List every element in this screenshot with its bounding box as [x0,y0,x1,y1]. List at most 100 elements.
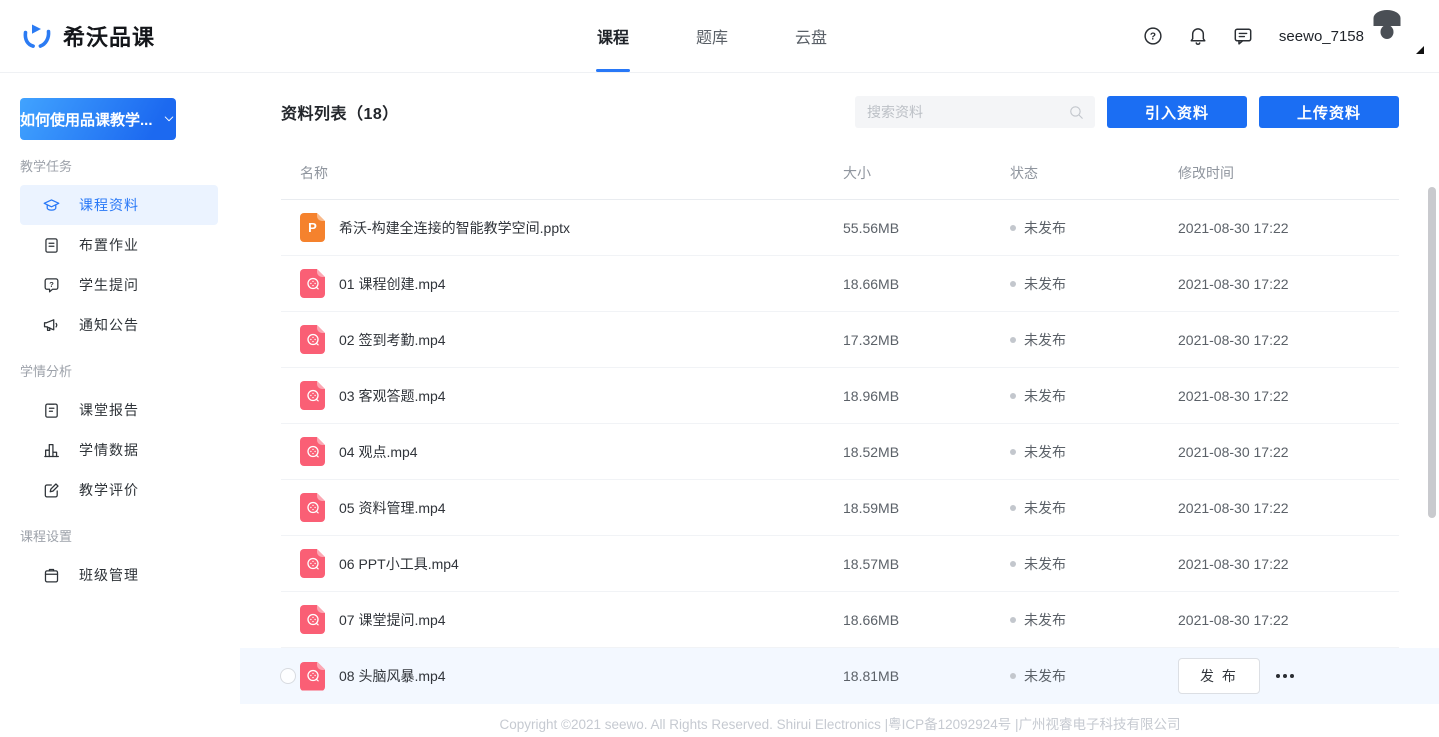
table-row[interactable]: 01 课程创建.mp418.66MB未发布2021-08-30 17:22 [281,256,1399,312]
more-actions-icon[interactable] [1273,666,1297,686]
status-text: 未发布 [1024,666,1066,686]
sidebar-item-learning-data[interactable]: 学情数据 [20,430,218,470]
tab-label: 云盘 [795,24,827,48]
status-text: 未发布 [1024,442,1066,462]
modified-time: 2021-08-30 17:22 [1178,556,1399,572]
file-name-cell[interactable]: 04 观点.mp4 [281,437,843,466]
video-file-icon [300,269,325,298]
sidebar-item-class-management[interactable]: 班级管理 [20,555,218,595]
table-row[interactable]: P希沃-构建全连接的智能教学空间.pptx55.56MB未发布2021-08-3… [281,200,1399,256]
sidebar-item-assign-homework[interactable]: 布置作业 [20,225,218,265]
file-name-cell[interactable]: 03 客观答题.mp4 [281,381,843,410]
file-name: 08 头脑风暴.mp4 [339,666,446,686]
file-name-cell[interactable]: 05 资料管理.mp4 [281,493,843,522]
sidebar-item-course-materials[interactable]: 课程资料 [20,185,218,225]
search-input[interactable] [867,104,1068,120]
header-right: ? seewo_7158 [1142,0,1421,72]
row-select-radio[interactable] [280,668,296,684]
sidebar-section-title: 课程设置 [20,526,218,545]
publish-button[interactable]: 发 布 [1178,658,1260,694]
status-cell: 未发布 [1010,498,1178,518]
file-size: 18.66MB [843,276,1010,292]
help-icon[interactable]: ? [1142,25,1164,47]
sidebar-item-notice[interactable]: 通知公告 [20,305,218,345]
file-name: 04 观点.mp4 [339,442,418,462]
status-text: 未发布 [1024,218,1066,238]
file-name-cell[interactable]: 06 PPT小工具.mp4 [281,549,843,578]
graduation-cap-icon [42,196,61,215]
column-header-size: 大小 [843,163,1010,183]
megaphone-icon [42,316,61,335]
sidebar-item-class-report[interactable]: 课堂报告 [20,390,218,430]
message-icon[interactable] [1232,25,1254,47]
sidebar-item-label: 课程资料 [79,198,139,212]
sidebar-item-student-questions[interactable]: ?学生提问 [20,265,218,305]
seewo-logo-icon [20,19,54,53]
sidebar-item-teaching-evaluation[interactable]: 教学评价 [20,470,218,510]
table-row[interactable]: 02 签到考勤.mp4 17.32MB未发布2021-08-30 17:22 [281,312,1399,368]
file-name-cell[interactable]: 07 课堂提问.mp4 [281,605,843,634]
file-name-cell[interactable]: 01 课程创建.mp4 [281,269,843,298]
status-dot [1010,393,1016,399]
tab-course[interactable]: 课程 [597,0,629,72]
status-cell: 未发布 [1010,554,1178,574]
avatar[interactable] [1387,19,1421,53]
edit-icon [42,481,61,500]
table-row[interactable]: 05 资料管理.mp418.59MB未发布2021-08-30 17:22 [281,480,1399,536]
file-name: 02 签到考勤.mp4 [339,330,446,350]
status-cell: 未发布 [1010,666,1178,686]
video-file-icon [300,325,325,354]
tab-question-bank[interactable]: 题库 [696,0,728,72]
bar-chart-icon [42,441,61,460]
guide-button-label: 如何使用品课教学... [20,109,153,130]
file-name: 希沃-构建全连接的智能教学空间.pptx [339,218,570,238]
app-title: 希沃品课 [63,20,155,52]
modified-time: 2021-08-30 17:22 [1178,276,1399,292]
sidebar-item-label: 学生提问 [79,278,139,292]
sidebar-section-title: 学情分析 [20,361,218,380]
search-box [855,96,1095,128]
status-text: 未发布 [1024,498,1066,518]
table-row[interactable]: 03 客观答题.mp418.96MB未发布2021-08-30 17:22 [281,368,1399,424]
vertical-scrollbar[interactable] [1428,187,1436,518]
username[interactable]: seewo_7158 [1279,28,1364,45]
file-name: 06 PPT小工具.mp4 [339,554,459,574]
how-to-use-course-button[interactable]: 如何使用品课教学... [20,98,176,140]
upload-material-button[interactable]: 上传资料 [1259,96,1399,128]
file-size: 17.32MB [843,332,1010,348]
status-dot [1010,449,1016,455]
table-row[interactable]: 04 观点.mp418.52MB未发布2021-08-30 17:22 [281,424,1399,480]
status-cell: 未发布 [1010,442,1178,462]
file-name: 07 课堂提问.mp4 [339,610,446,630]
file-name-cell[interactable]: 02 签到考勤.mp4 [281,325,843,354]
import-material-button[interactable]: 引入资料 [1107,96,1247,128]
file-size: 18.81MB [843,668,1010,684]
bell-icon[interactable] [1187,25,1209,47]
video-file-icon [300,549,325,578]
file-name: 05 资料管理.mp4 [339,498,446,518]
status-dot [1010,337,1016,343]
file-size: 18.59MB [843,500,1010,516]
tab-cloud-drive[interactable]: 云盘 [795,0,827,72]
video-file-icon [300,662,325,691]
app-logo[interactable]: 希沃品课 [20,19,155,53]
search-icon[interactable] [1068,104,1085,121]
file-name-cell[interactable]: P 希沃-构建全连接的智能教学空间.pptx [281,213,843,242]
modified-time: 2021-08-30 17:22 [1178,444,1399,460]
file-name: 01 课程创建.mp4 [339,274,446,294]
ppt-file-icon: P [300,213,325,242]
tab-label: 题库 [696,24,728,48]
status-cell: 未发布 [1010,330,1178,350]
file-name-cell[interactable]: 08 头脑风暴.mp4 [281,662,843,691]
table-row[interactable]: 06 PPT小工具.mp4 18.57MB未发布2021-08-30 17:22 [281,536,1399,592]
avatar-dropdown-caret-icon [1416,46,1424,54]
table-row[interactable]: 08 头脑风暴.mp4 18.81MB 未发布 发 布 [240,648,1439,704]
modified-time: 2021-08-30 17:22 [1178,332,1399,348]
file-size: 18.57MB [843,556,1010,572]
sidebar-item-label: 通知公告 [79,318,139,332]
sidebar-item-label: 学情数据 [79,443,139,457]
table-row[interactable]: 07 课堂提问.mp418.66MB未发布2021-08-30 17:22 [281,592,1399,648]
modified-time: 2021-08-30 17:22 [1178,388,1399,404]
video-file-icon [300,493,325,522]
top-header: 希沃品课 课程 题库 云盘 ? seewo_7158 [0,0,1439,73]
